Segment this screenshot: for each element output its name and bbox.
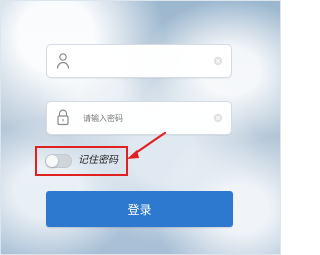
username-input[interactable] — [83, 45, 213, 77]
login-button[interactable]: 登录 — [46, 191, 233, 227]
username-field[interactable] — [46, 44, 232, 78]
remember-password-label: 记住密码 — [78, 155, 118, 166]
clear-icon[interactable] — [213, 56, 223, 66]
remember-password-toggle[interactable] — [45, 154, 72, 168]
clear-icon[interactable] — [213, 113, 223, 123]
arrow-icon — [127, 131, 167, 159]
lock-icon — [57, 109, 69, 126]
user-icon — [56, 53, 70, 69]
remember-password-highlight: 记住密码 — [35, 146, 128, 176]
login-screen: 记住密码 登录 — [0, 0, 281, 255]
